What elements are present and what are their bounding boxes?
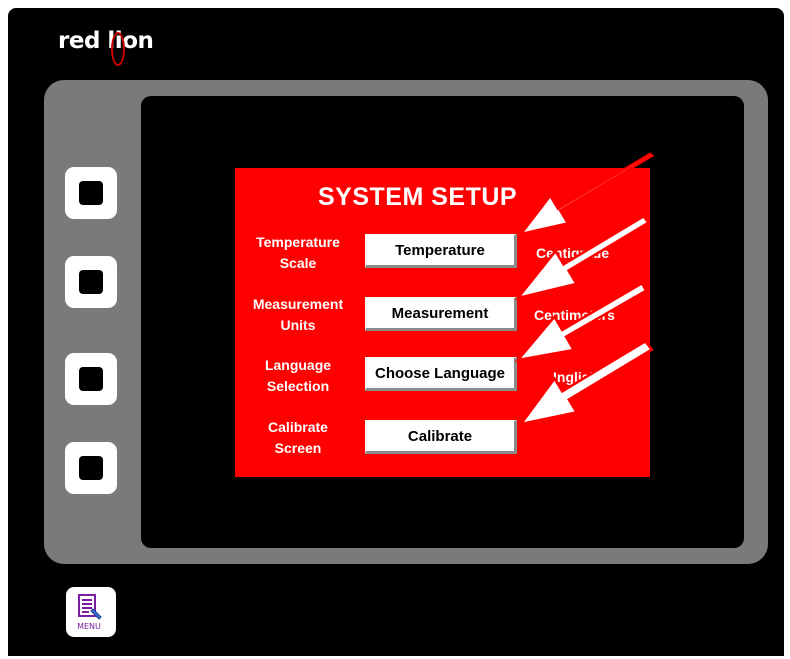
soft-key-4[interactable] bbox=[65, 442, 117, 494]
soft-key-3[interactable] bbox=[65, 353, 117, 405]
soft-key-icon bbox=[79, 456, 103, 480]
svg-text:MENU: MENU bbox=[77, 622, 101, 631]
menu-button[interactable]: MENU bbox=[66, 587, 116, 637]
soft-key-1[interactable] bbox=[65, 167, 117, 219]
soft-key-icon bbox=[79, 181, 103, 205]
soft-key-icon bbox=[79, 367, 103, 391]
menu-document-icon: MENU bbox=[77, 594, 102, 631]
soft-key-icon bbox=[79, 270, 103, 294]
arrow-to-language-button-icon bbox=[514, 281, 648, 362]
callout-arrows bbox=[514, 152, 655, 426]
soft-key-2[interactable] bbox=[65, 256, 117, 308]
